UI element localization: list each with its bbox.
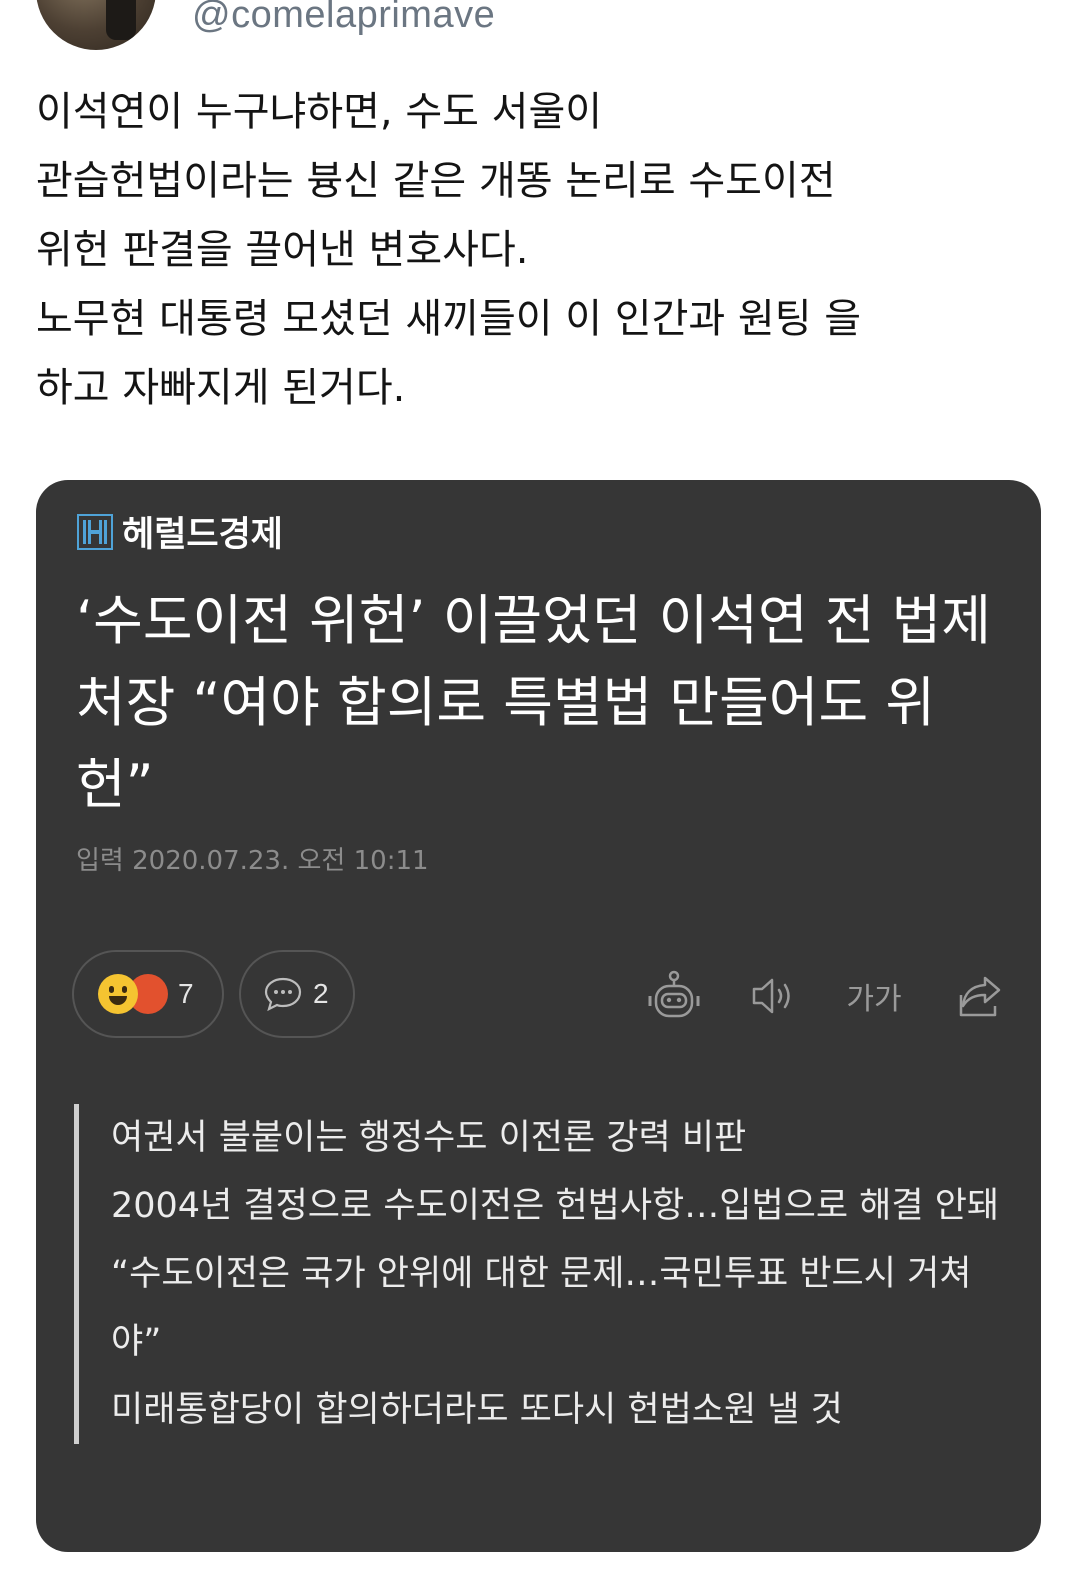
- publisher-brand: 헤럴드경제: [76, 506, 283, 557]
- reaction-button[interactable]: 7: [72, 950, 224, 1038]
- reaction-count: 7: [178, 978, 194, 1009]
- smile-emoji-icon: [98, 974, 138, 1014]
- summary-line: 여권서 불붙이는 행정수도 이전론 강력 비판: [111, 1118, 747, 1158]
- publisher-logo-icon: [77, 513, 113, 550]
- avatar[interactable]: [36, 0, 156, 50]
- share-icon[interactable]: [954, 970, 1004, 1022]
- comment-bubble-icon: [264, 977, 302, 1012]
- article-summary: 여권서 불붙이는 행정수도 이전론 강력 비판 2004년 결정으로 수도이전은…: [74, 1104, 1004, 1444]
- font-size-button[interactable]: 가가: [844, 970, 904, 1022]
- tweet-text: 이석연이 누구냐하면, 수도 서울이 관습헌법이라는 븅신 같은 개똥 논리로 …: [36, 89, 862, 411]
- summary-line: 2004년 결정으로 수도이전은 헌법사항…입법으로 해결 안돼: [111, 1186, 1000, 1226]
- summary-line: 미래통합당이 합의하더라도 또다시 헌법소원 낼 것: [111, 1390, 843, 1430]
- article-dateline: 입력 2020.07.23. 오전 10:11: [76, 846, 429, 876]
- font-size-label: 가가: [846, 982, 902, 1017]
- comment-count: 2: [313, 978, 329, 1009]
- publisher-name: 헤럴드경제: [122, 515, 284, 555]
- user-handle[interactable]: @comelaprimave: [192, 0, 495, 37]
- article-headline[interactable]: ‘수도이전 위헌’ 이끌었던 이석연 전 법제처장 “여야 합의로 특별법 만들…: [76, 580, 1006, 826]
- news-card[interactable]: 헤럴드경제 ‘수도이전 위헌’ 이끌었던 이석연 전 법제처장 “여야 합의로 …: [36, 480, 1041, 1552]
- robot-icon[interactable]: [646, 970, 702, 1022]
- summary-line: “수도이전은 국가 안위에 대한 문제…국민투표 반드시 거쳐야”: [111, 1254, 972, 1362]
- speaker-icon[interactable]: [748, 970, 798, 1022]
- comment-button[interactable]: 2: [239, 950, 355, 1038]
